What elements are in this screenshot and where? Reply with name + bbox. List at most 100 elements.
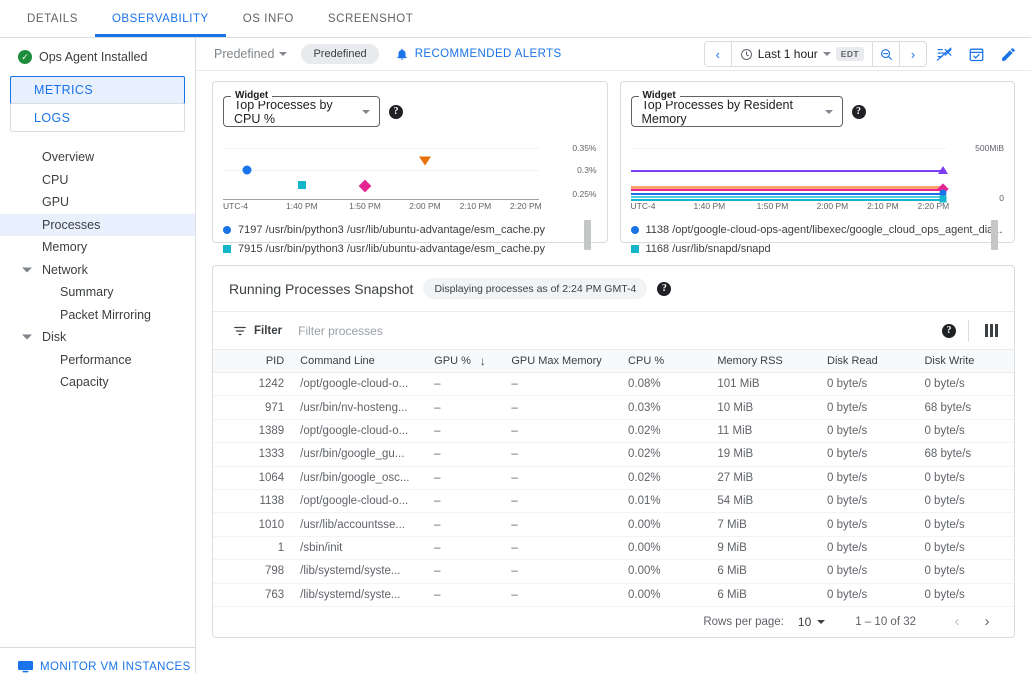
column-header-gpu-max-memory[interactable]: GPU Max Memory xyxy=(503,350,620,373)
disable-legend-button[interactable] xyxy=(929,39,959,69)
sidebar-item-processes[interactable]: Processes xyxy=(0,214,195,237)
table-row[interactable]: 1333/usr/bin/google_gu...––0.02%19 MiB0 … xyxy=(213,443,1014,466)
cell-cpu: 0.01% xyxy=(620,489,709,512)
sidebar: ✓ Ops Agent Installed METRICS LOGS Overv… xyxy=(0,38,196,673)
column-header-disk-read[interactable]: Disk Read xyxy=(819,350,916,373)
table-row[interactable]: 1010/usr/lib/accountsse...––0.00%7 MiB0 … xyxy=(213,513,1014,536)
data-point-teal-square xyxy=(298,181,306,189)
filter-bar: Filter ? xyxy=(213,311,1014,349)
legend-scrollbar[interactable] xyxy=(991,220,998,250)
main-panel: Predefined Predefined RECOMMENDED ALERTS… xyxy=(196,38,1031,673)
legend-item[interactable]: 1138 /opt/google-cloud-ops-agent/libexec… xyxy=(631,220,1005,239)
time-range-select[interactable]: Last 1 hour EDT xyxy=(732,47,872,61)
column-header-disk-write[interactable]: Disk Write xyxy=(916,350,1014,373)
time-next-button[interactable]: › xyxy=(900,42,926,66)
filter-button[interactable]: Filter xyxy=(233,324,282,338)
cell-cmd: /opt/google-cloud-o... xyxy=(292,489,426,512)
column-header-memory-rss[interactable]: Memory RSS xyxy=(709,350,819,373)
sidebar-mode-logs[interactable]: LOGS xyxy=(11,103,184,131)
monitor-vm-instances-link[interactable]: MONITOR VM INSTANCES xyxy=(18,661,195,673)
sidebar-item-network[interactable]: Network xyxy=(0,259,195,282)
predefined-chip[interactable]: Predefined xyxy=(301,44,378,64)
table-header-row: PID Command Line GPU % ↓ GPU Max Memory … xyxy=(213,350,1014,373)
cell-dw: 68 byte/s xyxy=(916,396,1014,419)
sidebar-item-disk[interactable]: Disk xyxy=(0,326,195,349)
cell-gmm: – xyxy=(503,419,620,442)
column-header-command-line[interactable]: Command Line xyxy=(292,350,426,373)
tab-screenshot[interactable]: SCREENSHOT xyxy=(311,0,430,37)
table-body: 1242/opt/google-cloud-o...––0.08%101 MiB… xyxy=(213,373,1014,607)
chevron-down-icon[interactable] xyxy=(22,335,32,340)
legend-item[interactable]: 7197 /usr/bin/python3 /usr/lib/ubuntu-ad… xyxy=(223,220,597,239)
cell-cpu: 0.02% xyxy=(620,419,709,442)
table-row[interactable]: 1242/opt/google-cloud-o...––0.08%101 MiB… xyxy=(213,373,1014,396)
column-header-cpu-percent[interactable]: CPU % xyxy=(620,350,709,373)
sidebar-mode-metrics[interactable]: METRICS xyxy=(10,76,185,104)
widget-memory-plot: 500MiB 0 UTC-4 1:40 PM 1:50 PM 2:00 PM 2… xyxy=(631,138,1005,200)
y-tick-label: 0 xyxy=(999,193,1004,203)
page-tabs: DETAILS OBSERVABILITY OS INFO SCREENSHOT xyxy=(0,0,1031,38)
cell-cmd: /opt/google-cloud-o... xyxy=(292,373,426,396)
rows-per-page-select[interactable]: 10 xyxy=(798,615,825,629)
table-row[interactable]: 798/lib/systemd/syste...––0.00%6 MiB0 by… xyxy=(213,560,1014,583)
recommended-alerts-button[interactable]: RECOMMENDED ALERTS xyxy=(395,47,562,61)
sidebar-item-performance[interactable]: Performance xyxy=(0,349,195,372)
sidebar-item-packet-mirroring-label: Packet Mirroring xyxy=(60,308,151,322)
cell-gpu: – xyxy=(426,536,503,559)
previous-page-button[interactable]: ‹ xyxy=(942,607,972,637)
cell-pid: 1064 xyxy=(213,466,292,489)
sidebar-item-capacity[interactable]: Capacity xyxy=(0,371,195,394)
sidebar-item-cpu[interactable]: CPU xyxy=(0,169,195,192)
cell-gmm: – xyxy=(503,466,620,489)
predefined-select[interactable]: Predefined xyxy=(214,47,287,61)
tab-observability[interactable]: OBSERVABILITY xyxy=(95,0,226,37)
edit-button[interactable] xyxy=(993,39,1023,69)
cell-gpu: – xyxy=(426,396,503,419)
cell-dr: 0 byte/s xyxy=(819,536,916,559)
calendar-button[interactable] xyxy=(961,39,991,69)
cell-cmd: /opt/google-cloud-o... xyxy=(292,419,426,442)
running-processes-card: Running Processes Snapshot Displaying pr… xyxy=(212,265,1015,638)
sidebar-item-gpu[interactable]: GPU xyxy=(0,191,195,214)
column-header-disk-read-label: Disk Read xyxy=(827,355,878,367)
legend-item[interactable]: 1168 /usr/lib/snapd/snapd xyxy=(631,239,1005,258)
tab-os-info[interactable]: OS INFO xyxy=(226,0,311,37)
table-row[interactable]: 1064/usr/bin/google_osc...––0.02%27 MiB0… xyxy=(213,466,1014,489)
chevron-down-icon[interactable] xyxy=(22,267,32,272)
clock-icon xyxy=(740,48,753,61)
table-row[interactable]: 1389/opt/google-cloud-o...––0.02%11 MiB0… xyxy=(213,419,1014,442)
column-settings-icon[interactable] xyxy=(981,320,1002,341)
widget-memory-select[interactable]: Widget Top Processes by Resident Memory xyxy=(631,96,843,127)
help-icon[interactable]: ? xyxy=(852,105,866,119)
sidebar-item-memory[interactable]: Memory xyxy=(0,236,195,259)
legend-scrollbar[interactable] xyxy=(584,220,591,250)
time-previous-button[interactable]: ‹ xyxy=(705,42,731,66)
table-row[interactable]: 1138/opt/google-cloud-o...––0.01%54 MiB0… xyxy=(213,489,1014,512)
observability-content: Widget Top Processes by CPU % ? xyxy=(196,71,1031,673)
zoom-out-button[interactable] xyxy=(873,42,899,66)
table-row[interactable]: 763/lib/systemd/syste...––0.00%6 MiB0 by… xyxy=(213,583,1014,606)
legend-item[interactable]: 7915 /usr/bin/python3 /usr/lib/ubuntu-ad… xyxy=(223,239,597,258)
table-row[interactable]: 971/usr/bin/nv-hosteng...––0.03%10 MiB0 … xyxy=(213,396,1014,419)
sidebar-item-overview[interactable]: Overview xyxy=(0,146,195,169)
sidebar-item-summary[interactable]: Summary xyxy=(0,281,195,304)
help-icon[interactable]: ? xyxy=(389,105,403,119)
widget-cpu-select[interactable]: Widget Top Processes by CPU % xyxy=(223,96,380,127)
tab-details[interactable]: DETAILS xyxy=(10,0,95,37)
column-header-pid[interactable]: PID xyxy=(213,350,292,373)
x-tick-label: 1:50 PM xyxy=(349,201,381,211)
cell-pid: 798 xyxy=(213,560,292,583)
cell-gpu: – xyxy=(426,443,503,466)
next-page-button[interactable]: › xyxy=(972,607,1002,637)
column-header-gpu-percent[interactable]: GPU % ↓ xyxy=(426,350,503,373)
filter-bar-actions: ? xyxy=(942,320,1002,342)
filter-processes-input[interactable] xyxy=(296,323,576,339)
help-icon[interactable]: ? xyxy=(657,282,671,296)
table-row[interactable]: 1/sbin/init––0.00%9 MiB0 byte/s0 byte/s xyxy=(213,536,1014,559)
x-tick-label: 1:40 PM xyxy=(286,201,318,211)
cell-cpu: 0.00% xyxy=(620,513,709,536)
timezone-chip[interactable]: EDT xyxy=(836,47,864,61)
help-icon[interactable]: ? xyxy=(942,324,956,338)
sidebar-item-packet-mirroring[interactable]: Packet Mirroring xyxy=(0,304,195,327)
cell-pid: 1333 xyxy=(213,443,292,466)
